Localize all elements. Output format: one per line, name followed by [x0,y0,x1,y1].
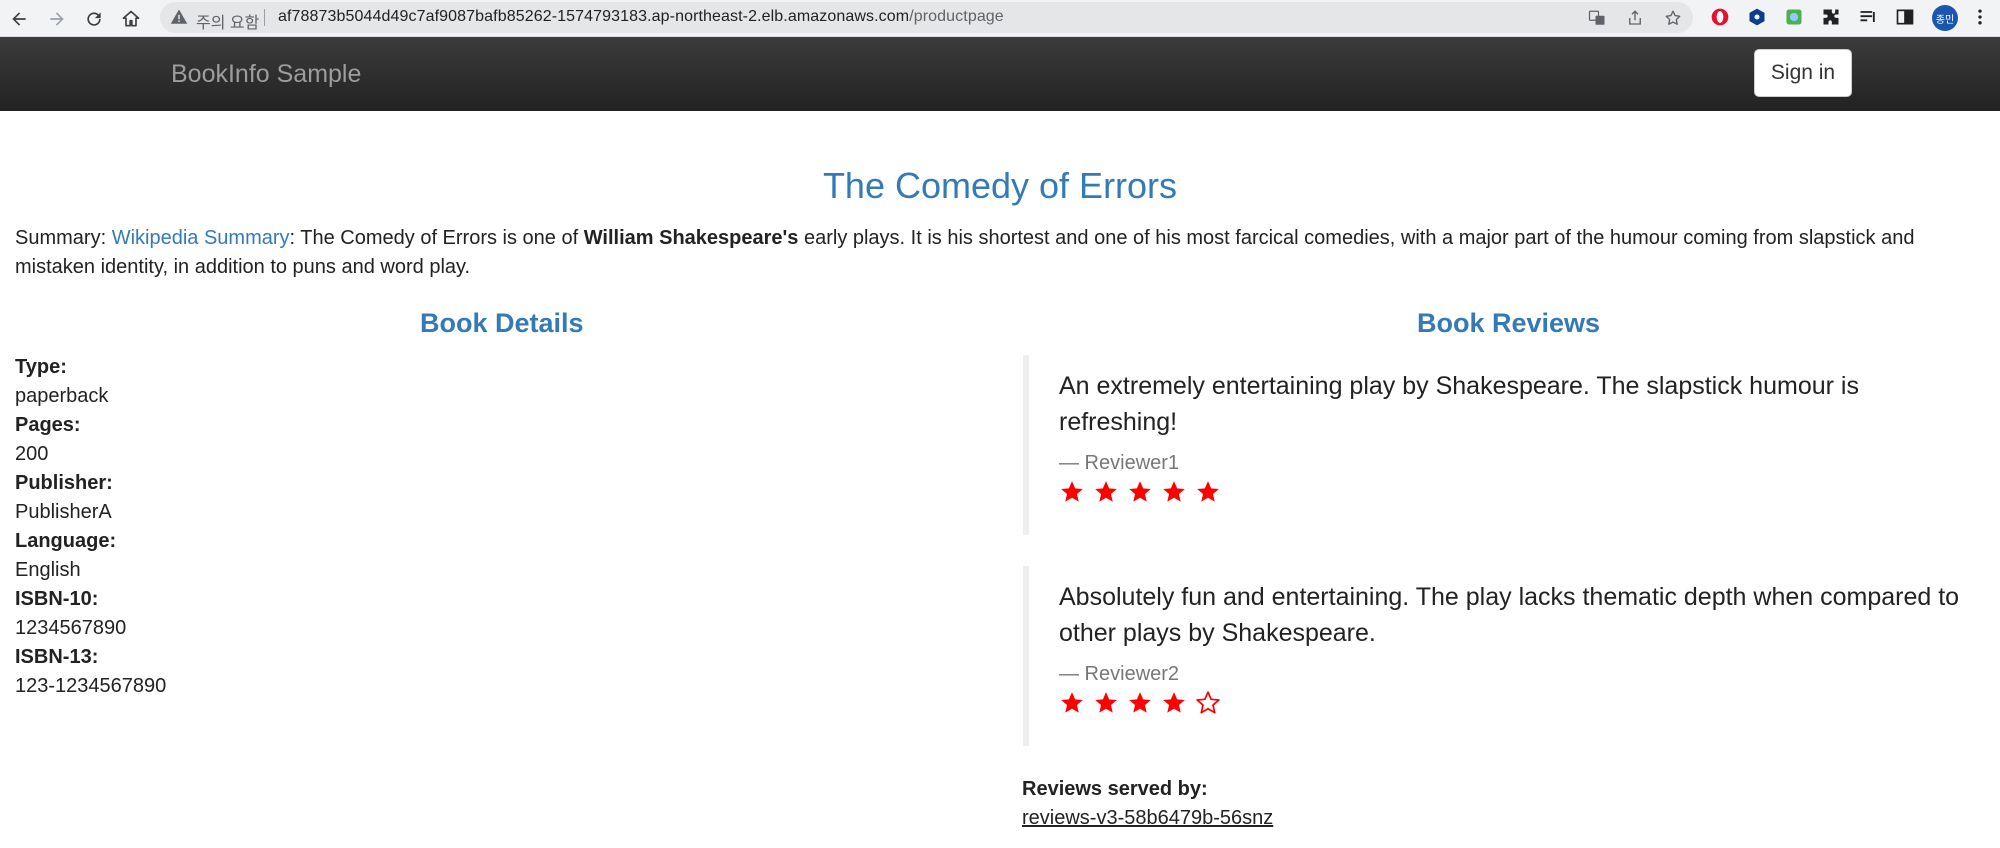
reviewer-name: — Reviewer1 [1059,452,1180,474]
language-label: Language: [15,530,117,552]
star-rating [1059,690,1973,716]
extensions-puzzle-icon[interactable] [1819,5,1843,29]
type-value: paperback [15,385,109,407]
home-icon[interactable] [116,4,146,34]
browser-toolbar: 주의 요함 af78873b5044d49c7af9087bafb85262-1… [0,0,2000,37]
reload-icon[interactable] [79,4,109,34]
reviewer-name: — Reviewer2 [1059,663,1180,685]
book-details-list: Type: paperback Pages: 200 Publisher: Pu… [15,353,166,701]
separator [264,9,265,26]
summary-author: William Shakespeare's [583,227,799,249]
type-label: Type: [15,356,67,378]
pages-value: 200 [15,443,49,465]
security-status[interactable]: 주의 요함 [196,9,259,33]
star-filled-icon [1163,481,1185,502]
address-bar[interactable]: 주의 요함 af78873b5044d49c7af9087bafb85262-1… [160,2,1693,33]
book-details-heading: Book Details [420,308,584,338]
language-value: English [15,559,81,581]
reading-list-icon[interactable] [1856,5,1880,29]
url-host: af78873b5044d49c7af9087bafb85262-1574793… [278,8,910,25]
star-filled-icon [1129,481,1151,502]
bookmark-star-icon[interactable] [1662,7,1684,29]
isbn13-label: ISBN-13: [15,646,99,668]
summary-text: : The Comedy of Errors is one of [289,227,584,249]
share-icon[interactable] [1624,7,1646,29]
isbn10-label: ISBN-10: [15,588,99,610]
star-filled-icon [1095,692,1117,713]
review-card: Absolutely fun and entertaining. The pla… [1023,566,1973,746]
book-title: The Comedy of Errors [822,165,1178,206]
publisher-value: PublisherA [15,501,112,523]
warning-icon[interactable] [170,8,188,26]
publisher-label: Publisher: [15,472,113,494]
url-path: /productpage [909,8,1004,25]
isbn10-value: 1234567890 [15,617,127,639]
app-navbar: BookInfo Sample Sign in [0,37,2000,111]
book-reviews-heading: Book Reviews [1417,308,1601,338]
star-filled-icon [1163,692,1185,713]
url-text[interactable]: af78873b5044d49c7af9087bafb85262-1574793… [278,8,1004,26]
star-rating [1059,479,1973,505]
star-filled-icon [1061,692,1083,713]
more-menu-icon[interactable] [1968,5,1992,29]
profile-avatar[interactable]: 종민 [1932,5,1958,31]
wikipedia-summary-link[interactable]: Wikipedia Summary [112,227,290,249]
star-filled-icon [1129,692,1151,713]
hexagon-extension-icon[interactable] [1745,5,1769,29]
star-filled-icon [1061,481,1083,502]
brand-title[interactable]: BookInfo Sample [171,60,361,89]
back-icon[interactable] [4,4,34,34]
star-filled-icon [1197,481,1219,502]
translate-icon[interactable] [1586,7,1608,29]
summary-prefix: Summary: [15,227,112,249]
review-card: An extremely entertaining play by Shakes… [1023,355,1973,535]
sign-in-button[interactable]: Sign in [1754,49,1852,97]
isbn13-value: 123-1234567890 [15,675,167,697]
review-text: An extremely entertaining play by Shakes… [1059,372,1859,436]
pages-label: Pages: [15,414,81,436]
reviews-served-value: reviews-v3-58b6479b-56snz [1022,807,1274,829]
side-panel-icon[interactable] [1893,5,1917,29]
opera-extension-icon[interactable] [1708,5,1732,29]
map-extension-icon[interactable] [1782,5,1806,29]
star-empty-icon [1196,691,1220,714]
star-filled-icon [1095,481,1117,502]
forward-icon[interactable] [42,4,72,34]
reviews-served-label: Reviews served by: [1022,778,1208,800]
book-summary: Summary: Wikipedia Summary: The Comedy o… [15,224,1975,282]
review-text: Absolutely fun and entertaining. The pla… [1059,583,1960,647]
